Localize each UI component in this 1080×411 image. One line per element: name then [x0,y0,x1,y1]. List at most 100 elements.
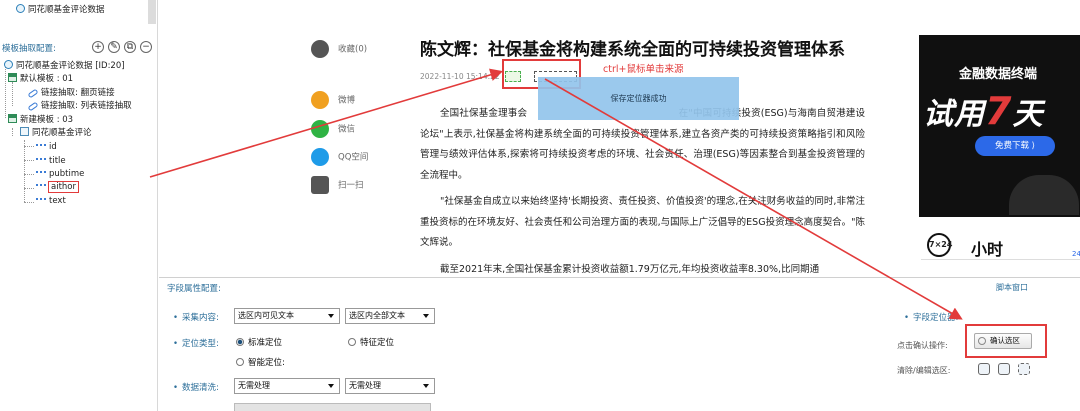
field-label-selected: aithor [48,181,79,193]
tree-scrollbar[interactable] [148,0,156,24]
share-label: 收藏(0) [338,44,368,55]
link-icon [27,101,39,112]
field-icon [36,144,46,146]
add-icon[interactable]: + [92,41,104,53]
tree-field-pubtime[interactable]: pubtime [36,168,84,180]
ad-decoration [1009,175,1079,215]
radio-label: 智能定位: [248,358,285,368]
ad-download-button[interactable]: 免费下载 ⟩ [975,136,1055,156]
data-clean-select-1[interactable]: 无需处理 [234,378,340,394]
data-clean-select-2[interactable]: 无需处理 [345,378,435,394]
share-scan[interactable]: 扫一扫 [311,176,364,194]
locate-standard-radio[interactable]: 标准定位 [236,336,282,348]
tree-link-page[interactable]: 链接抽取: 翻页链接 [27,87,115,99]
select-value: 无需处理 [238,381,270,390]
locate-type-label: 定位类型: [173,337,219,349]
share-collect[interactable]: 收藏(0) [311,40,367,58]
field-icon [36,198,46,200]
confirm-selection-button[interactable]: 确认选区 [974,333,1032,349]
chevron-down-icon [328,314,334,318]
radio-dot [348,338,356,346]
template-icon [8,114,17,123]
share-label: 微信 [338,124,356,135]
tree-item-label: 新建模板 : 03 [20,115,74,125]
share-qq[interactable]: QQ空间 [311,148,368,166]
share-label: 扫一扫 [338,180,364,191]
tree-table[interactable]: 同花顺基金评论 [20,127,92,139]
template-config-header: 模板抽取配置: + ✎ ⧉ − [0,41,158,56]
link-icon [27,88,39,99]
field-icon [36,158,46,160]
field-label: id [49,142,57,152]
database-icon [4,60,13,69]
weibo-icon [311,91,329,109]
tree-item-label: 同花顺基金评论 [32,128,92,138]
tree-item-label: 同花顺基金评论数据 [28,5,105,15]
radio-dot [236,358,244,366]
tree-item-label: 链接抽取: 列表链接抽取 [41,101,132,111]
tree-item-label: 默认模板 : 01 [20,74,74,84]
article-paragraph-2: "社保基金自成立以来始终坚持'长期投资、责任投资、价值投资'的理念,在关注财务收… [420,196,865,248]
tree-field-id[interactable]: id [36,141,57,153]
template-config-title: 模板抽取配置: [2,44,56,54]
click-confirm-label: 点击确认操作: [897,341,948,350]
table-icon [20,127,29,136]
locate-feature-radio[interactable]: 特征定位 [348,336,394,348]
article-paragraph-3: 截至2021年末,全国社保基金累计投资收益额1.79万亿元,年均投资收益率8.3… [440,264,820,275]
collect-content-select-1[interactable]: 选区内可见文本 [234,308,340,324]
tree-field-title[interactable]: title [36,155,66,167]
news-7x24-header: 7×24 小时 24 [921,232,1080,260]
field-locator-label: 字段定位器: [904,311,958,323]
clean-rule-bar[interactable] [234,403,431,411]
chevron-down-icon [423,314,429,318]
edit-selection-icon[interactable] [998,363,1010,375]
select-value: 无需处理 [349,381,381,390]
news-logo: 7×24 [927,233,952,257]
select-area-icon[interactable] [1018,363,1030,375]
tree-item-top[interactable]: 同花顺基金评论数据 [16,4,105,16]
news-more[interactable]: 24 [1072,250,1080,258]
radio-label: 标准定位 [248,338,283,348]
save-success-toast: 保存定位器成功 [538,77,739,120]
qq-icon [311,148,329,166]
radio-dot [236,338,244,346]
radio-label: 特征定位 [360,338,395,348]
article-title: 陈文辉：社保基金将构建系统全面的可持续投资管理体系 [420,40,845,60]
tree-link-list[interactable]: 链接抽取: 列表链接抽取 [27,100,132,112]
tree-root[interactable]: 同花顺基金评论数据 [ID:20] [4,60,125,72]
ad-trial-text: 试用7天 [923,89,1044,133]
tree-default-template[interactable]: 默认模板 : 01 [8,73,73,85]
tree-root-label: 同花顺基金评论数据 [ID:20] [16,61,125,71]
field-property-title: 字段属性配置: [167,284,221,294]
tree-field-text[interactable]: text [36,195,66,207]
collect-content-label: 采集内容: [173,311,219,323]
locate-smart-radio[interactable]: 智能定位: [236,356,285,368]
edit-icon[interactable]: ✎ [108,41,120,53]
field-icon [36,171,46,173]
share-label: QQ空间 [338,152,369,163]
select-value: 选区内可见文本 [238,311,294,320]
article-datetime: 2022-11-10 15:14:22 [420,72,500,81]
chevron-down-icon [423,384,429,388]
share-weibo[interactable]: 微博 [311,91,355,109]
star-icon [311,40,329,58]
copy-icon[interactable]: ⧉ [124,41,136,53]
ad-seven-digit: 7 [985,89,1013,133]
share-wechat[interactable]: 微信 [311,120,355,138]
field-label: pubtime [49,169,85,179]
remove-icon[interactable]: − [140,41,152,53]
collect-content-select-2[interactable]: 选区内全部文本 [345,308,435,324]
database-icon [16,4,25,13]
tree-field-aithor[interactable]: aithor [36,181,79,193]
select-value: 选区内全部文本 [349,311,405,320]
template-tree-panel: 同花顺基金评论数据 模板抽取配置: + ✎ ⧉ − 同花顺基金评论数据 [ID:… [0,0,158,411]
field-property-panel: 字段属性配置: 脚本窗口 采集内容: 选区内可见文本 选区内全部文本 定位类型:… [159,277,1080,411]
field-label: text [49,196,66,206]
script-window-link[interactable]: 脚本窗口 [996,282,1028,293]
news-title: 小时 [971,240,1004,259]
tree-new-template[interactable]: 新建模板 : 03 [8,114,73,126]
clear-selection-icon[interactable] [978,363,990,375]
template-icon [8,73,17,82]
field-icon [36,184,46,186]
ad-banner[interactable]: 金融数据终端 试用7天 免费下载 ⟩ [919,35,1080,217]
